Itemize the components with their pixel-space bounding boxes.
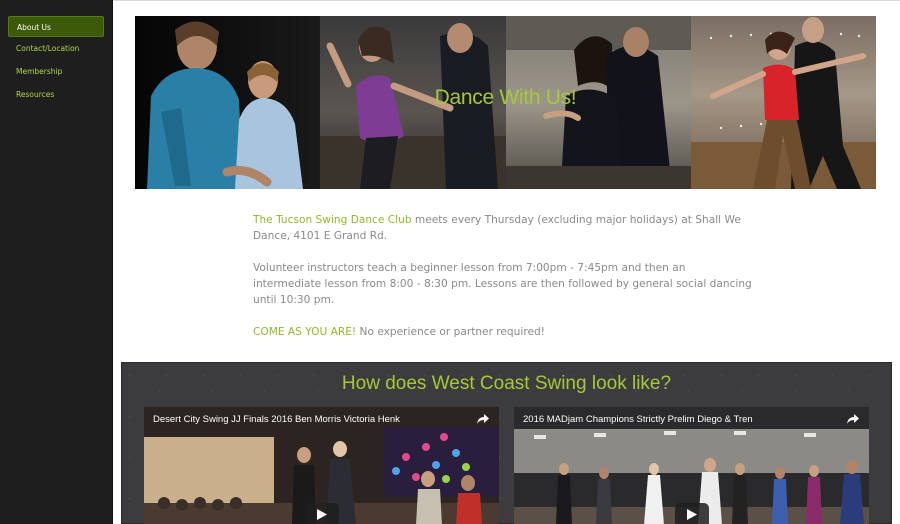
sidebar: About Us Contact/Location Membership Res… [0,0,113,524]
play-button[interactable] [674,503,709,524]
intro-paragraph-1: The Tucson Swing Dance Club meets every … [253,212,753,244]
sidebar-item-contact-location[interactable]: Contact/Location [8,38,104,59]
club-name: The Tucson Swing Dance Club [253,214,412,226]
sidebar-item-membership[interactable]: Membership [8,61,104,82]
video-section-heading: How does West Coast Swing look like? [341,373,672,394]
come-as-you-are: COME AS YOU ARE! [253,326,357,338]
video-2-title[interactable]: 2016 MADjam Champions Strictly Prelim Di… [523,414,753,425]
sidebar-item-resources[interactable]: Resources [8,84,104,105]
share-icon[interactable] [476,413,490,425]
hero-title: Dance With Us! [434,86,577,109]
play-button[interactable] [304,503,339,524]
intro-paragraph-3: COME AS YOU ARE! No experience or partne… [253,324,753,340]
top-divider [113,0,900,1]
video-1-title[interactable]: Desert City Swing JJ Finals 2016 Ben Mor… [153,414,400,425]
video-section: How does West Coast Swing look like? Des… [121,362,892,524]
video-embed-1[interactable]: Desert City Swing JJ Finals 2016 Ben Mor… [144,407,499,524]
intro-paragraph-2: Volunteer instructors teach a beginner l… [253,262,752,306]
hero-banner: Dance With Us! [135,16,876,189]
play-icon [316,509,327,520]
intro-text: The Tucson Swing Dance Club meets every … [253,212,753,356]
video-embed-2[interactable]: 2016 MADjam Champions Strictly Prelim Di… [514,407,869,524]
sidebar-item-about-us[interactable]: About Us [8,16,104,37]
share-icon[interactable] [846,413,860,425]
intro-paragraph-3-text: No experience or partner required! [356,326,545,338]
play-icon [686,509,697,520]
